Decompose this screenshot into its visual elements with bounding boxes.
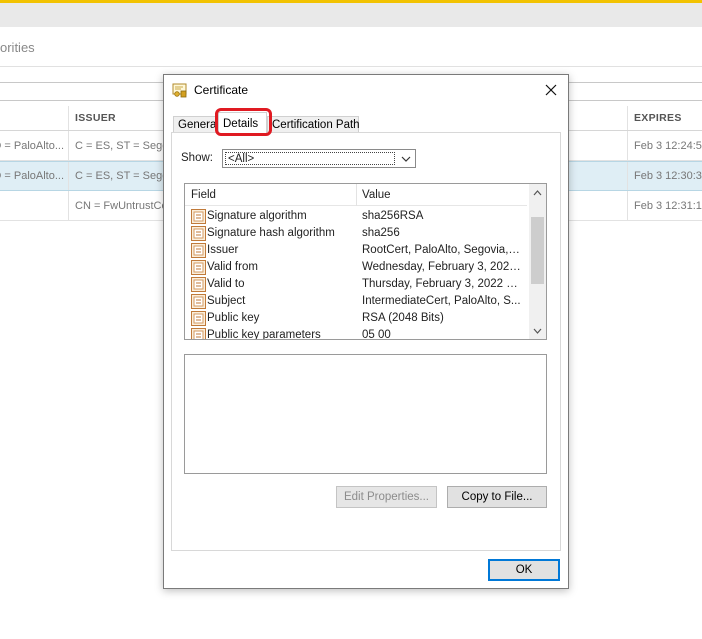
expires-cell: Feb 3 12:24:53 [627, 131, 702, 160]
list-item[interactable]: Valid to Thursday, February 3, 2022 2... [185, 276, 527, 293]
fields-list[interactable]: Field Value Signature algorithm sha256RS… [184, 183, 547, 340]
show-dropdown[interactable]: <All> [222, 149, 416, 168]
field-value: IntermediateCert, PaloAlto, S... [362, 295, 521, 307]
field-icon [191, 209, 206, 224]
scroll-up-button[interactable] [529, 184, 546, 201]
expires-column-header[interactable]: EXPIRES [627, 106, 702, 130]
subject-cell [0, 191, 68, 220]
show-label: Show: [181, 152, 213, 164]
chevron-down-icon [397, 150, 415, 167]
list-scrollbar[interactable] [529, 184, 546, 339]
chevron-down-icon [533, 328, 542, 334]
field-name: Public key [207, 312, 260, 324]
field-value: Thursday, February 3, 2022 2... [362, 278, 522, 290]
chevron-up-icon [533, 189, 542, 195]
dialog-title: Certificate [194, 83, 249, 97]
issuer-cell: C = ES, ST = Segovia [68, 131, 164, 160]
list-item[interactable]: Signature hash algorithm sha256 [185, 225, 527, 242]
field-icon [191, 243, 206, 258]
field-name: Issuer [207, 244, 239, 256]
field-name: Signature hash algorithm [207, 227, 335, 239]
issuer-column-header[interactable]: ISSUER [68, 106, 164, 130]
field-name: Signature algorithm [207, 210, 307, 222]
expires-cell: Feb 3 12:31:15 [627, 191, 702, 220]
field-column-header[interactable]: Field [191, 189, 216, 201]
field-name: Valid to [207, 278, 245, 290]
list-item[interactable]: Subject IntermediateCert, PaloAlto, S... [185, 293, 527, 310]
issuer-cell: CN = FwUntrustCert [68, 191, 164, 220]
field-value: sha256 [362, 227, 400, 239]
subject-cell: O = PaloAlto... [0, 170, 64, 182]
ok-button[interactable]: OK [488, 559, 560, 581]
edit-properties-button[interactable]: Edit Properties... [336, 486, 437, 508]
scroll-down-button[interactable] [529, 322, 546, 339]
list-item[interactable]: Signature algorithm sha256RSA [185, 208, 527, 225]
dialog-title-bar[interactable]: Certificate [164, 75, 568, 105]
list-item[interactable]: Public key RSA (2048 Bits) [185, 310, 527, 327]
field-value: RootCert, PaloAlto, Segovia, ES [362, 244, 522, 256]
field-icon [191, 294, 206, 309]
field-icon [191, 260, 206, 275]
field-value: Wednesday, February 3, 2022... [362, 261, 522, 273]
header-cell [0, 106, 68, 130]
expires-cell: Feb 3 12:30:38 [627, 162, 702, 190]
close-button[interactable] [534, 75, 568, 105]
field-icon [191, 328, 206, 339]
subject-cell: O = PaloAlto... [0, 139, 64, 152]
field-name: Valid from [207, 261, 258, 273]
scroll-thumb[interactable] [531, 217, 544, 284]
certificate-dialog: Certificate General Details Certificatio… [163, 74, 569, 589]
list-item[interactable]: Valid from Wednesday, February 3, 2022..… [185, 259, 527, 276]
field-value: 05 00 [362, 329, 391, 340]
page-title: orities [0, 40, 35, 55]
field-name: Public key parameters [207, 329, 321, 340]
field-icon [191, 277, 206, 292]
column-divider[interactable] [356, 184, 357, 206]
top-navigation-bar [0, 3, 702, 27]
field-icon [191, 311, 206, 326]
list-item[interactable]: Public key parameters 05 00 [185, 327, 527, 340]
certificate-icon [172, 82, 188, 98]
field-icon [191, 226, 206, 241]
list-item[interactable]: Issuer RootCert, PaloAlto, Segovia, ES [185, 242, 527, 259]
divider [0, 66, 702, 67]
close-icon [545, 84, 557, 96]
field-value-detail-box[interactable] [184, 354, 547, 474]
issuer-cell: C = ES, ST = Segovia [68, 162, 164, 190]
list-header: Field Value [185, 184, 527, 206]
field-value: RSA (2048 Bits) [362, 312, 444, 324]
field-name: Subject [207, 295, 246, 307]
tab-details[interactable]: Details [218, 112, 267, 134]
value-column-header[interactable]: Value [362, 189, 391, 201]
copy-to-file-button[interactable]: Copy to File... [447, 486, 547, 508]
field-value: sha256RSA [362, 210, 424, 222]
show-dropdown-value: <All> [225, 152, 395, 165]
